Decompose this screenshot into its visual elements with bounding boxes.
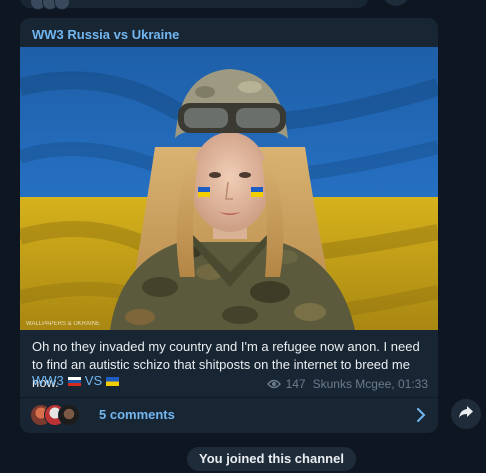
comments-count-label[interactable]: 5 comments xyxy=(99,407,175,422)
channel-name[interactable]: WW3 Russia vs Ukraine xyxy=(32,27,179,42)
previous-comment-avatars xyxy=(30,0,70,10)
previous-message-bubble[interactable] xyxy=(20,0,368,10)
avatar xyxy=(58,404,80,426)
tag-ww3[interactable]: WW3 xyxy=(32,372,64,390)
russia-flag-icon xyxy=(67,376,81,386)
comment-avatars xyxy=(30,404,90,426)
tag-vs: VS xyxy=(84,373,103,388)
post-photo[interactable]: WALLPAPERS & UKRAINE xyxy=(20,47,438,330)
share-arrow-icon xyxy=(458,405,474,424)
share-button[interactable] xyxy=(451,399,481,429)
author-time: Skunks Mcgee, 01:33 xyxy=(312,377,428,391)
channel-post-bubble: WW3 Russia vs Ukraine WALLPAPERS & UKRAI… xyxy=(20,18,438,433)
post-meta: 147 Skunks Mcgee, 01:33 xyxy=(266,377,428,391)
photo-watermark: WALLPAPERS & UKRAINE xyxy=(26,321,100,327)
ukraine-flag-icon xyxy=(106,376,120,386)
comments-button[interactable]: 5 comments xyxy=(20,398,438,433)
chevron-right-icon[interactable] xyxy=(416,408,426,427)
joined-channel-notice: You joined this channel xyxy=(187,447,356,471)
view-count: 147 xyxy=(285,377,306,391)
eye-icon xyxy=(266,379,281,389)
post-tagline: WW3 VS xyxy=(32,372,123,390)
previous-share-button[interactable] xyxy=(382,0,410,6)
